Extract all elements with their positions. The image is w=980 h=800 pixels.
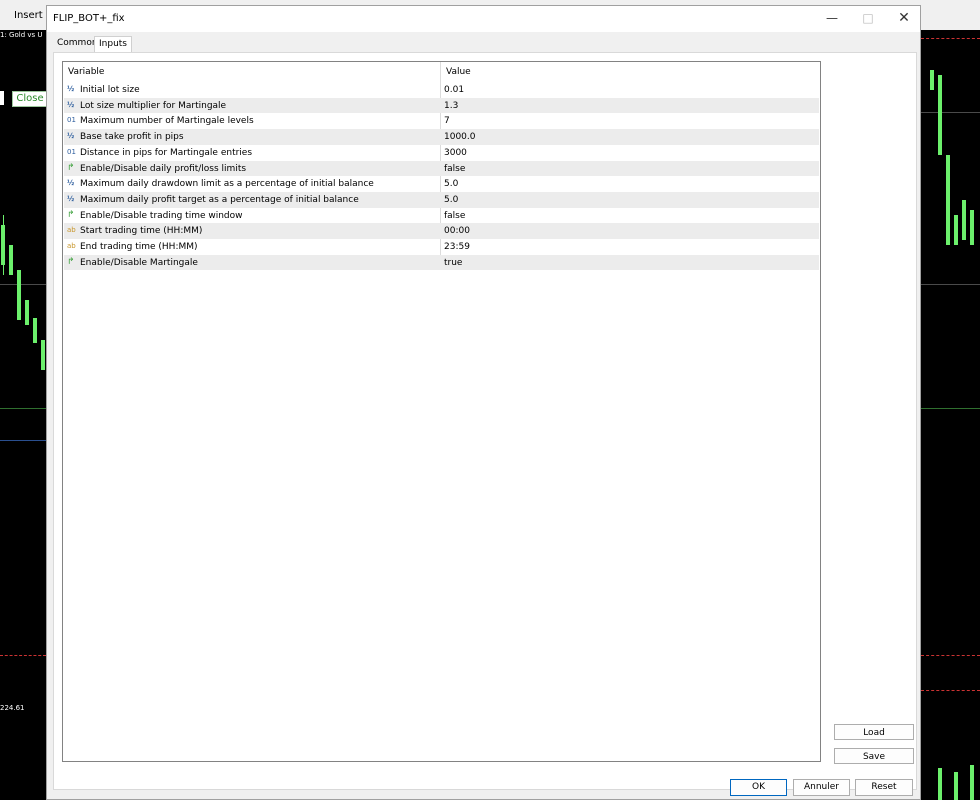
chart-close-button[interactable]: Close (12, 91, 48, 107)
indicator-line (0, 408, 46, 409)
variable-value[interactable]: 5.0 (444, 195, 458, 205)
half-icon: ½ (67, 85, 75, 93)
bool-icon: ↱ (67, 256, 75, 267)
candle (17, 270, 21, 320)
candle (954, 772, 958, 800)
table-row[interactable]: ½ Base take profit in pips 1000.0 (64, 129, 819, 145)
minimize-icon[interactable]: — (814, 6, 850, 32)
variable-value[interactable]: 5.0 (444, 179, 458, 189)
table-row[interactable]: ½ Lot size multiplier for Martingale 1.3 (64, 97, 819, 114)
table-row[interactable]: ↱ Enable/Disable Martingale true (64, 254, 819, 271)
tab-inputs[interactable]: Inputs (94, 36, 132, 53)
candle (41, 340, 45, 370)
string-icon: ab (67, 226, 76, 235)
variable-value[interactable]: true (444, 258, 462, 268)
chart-left-control (0, 91, 4, 105)
price-level-line (921, 655, 980, 656)
variable-value[interactable]: 7 (444, 116, 450, 126)
variable-name: Maximum daily profit target as a percent… (80, 194, 359, 205)
candle (9, 245, 13, 275)
candle (25, 300, 29, 325)
ea-properties-dialog: FLIP_BOT+_fix — □ ✕ Common Inputs Variab… (46, 5, 921, 800)
inputs-panel: Variable Value ½ Initial lot size 0.01 ½… (53, 52, 917, 790)
column-header-variable[interactable]: Variable (68, 67, 104, 77)
table-row[interactable]: ½ Maximum daily drawdown limit as a perc… (64, 176, 819, 192)
variable-name: Distance in pips for Martingale entries (80, 147, 253, 158)
variable-name: End trading time (HH:MM) (80, 242, 198, 252)
load-button[interactable]: Load (834, 724, 914, 740)
variable-value[interactable]: 1.3 (444, 101, 458, 111)
half-icon: ½ (67, 132, 75, 141)
candle (1, 225, 5, 265)
grid-line (921, 284, 980, 285)
dialog-title: FLIP_BOT+_fix (53, 13, 125, 24)
indicator-line (921, 408, 980, 409)
variable-value[interactable]: 23:59 (444, 242, 470, 252)
variable-value[interactable]: false (444, 164, 465, 174)
variable-name: Lot size multiplier for Martingale (80, 100, 227, 111)
cancel-button[interactable]: Annuler (793, 779, 850, 796)
column-header-value[interactable]: Value (446, 67, 471, 77)
variable-name: Enable/Disable trading time window (80, 210, 243, 221)
variable-name: Base take profit in pips (80, 132, 184, 143)
variable-name: Maximum number of Martingale levels (80, 116, 254, 127)
variable-value[interactable]: false (444, 211, 465, 221)
table-row[interactable]: 01 Distance in pips for Martingale entri… (64, 145, 819, 161)
table-row[interactable]: ab End trading time (HH:MM) 23:59 (64, 239, 819, 255)
half-icon: ½ (67, 194, 75, 203)
half-icon: ½ (67, 100, 75, 109)
table-row[interactable]: 01 Maximum number of Martingale levels 7 (64, 113, 819, 129)
table-row[interactable]: ab Start trading time (HH:MM) 00:00 (64, 223, 819, 239)
variable-value[interactable]: 3000 (444, 148, 467, 158)
table-row[interactable]: ½ Maximum daily profit target as a perce… (64, 191, 819, 208)
save-button[interactable]: Save (834, 748, 914, 764)
candle (970, 210, 974, 245)
dialog-titlebar[interactable]: FLIP_BOT+_fix — □ ✕ (47, 6, 920, 32)
table-row[interactable]: ↱ Enable/Disable daily profit/loss limit… (64, 160, 819, 177)
table-header: Variable Value (63, 62, 820, 82)
bool-icon: ↱ (67, 209, 75, 220)
candle (33, 318, 37, 343)
half-icon: ½ (67, 179, 75, 188)
candle (970, 765, 974, 800)
variable-value[interactable]: 1000.0 (444, 132, 476, 142)
variable-value[interactable]: 0.01 (444, 85, 464, 95)
candle (954, 215, 958, 245)
variable-name: Enable/Disable Martingale (80, 257, 198, 268)
int-icon: 01 (67, 147, 76, 156)
menu-insert[interactable]: Insert (14, 10, 43, 21)
chart-symbol-label: 1: Gold vs U (0, 31, 43, 39)
price-level-line (921, 38, 980, 39)
candle (962, 200, 966, 240)
candle (946, 155, 950, 245)
table-row[interactable]: ↱ Enable/Disable trading time window fal… (64, 208, 819, 224)
inputs-table: Variable Value ½ Initial lot size 0.01 ½… (62, 61, 821, 762)
table-row[interactable]: ½ Initial lot size 0.01 (64, 82, 819, 98)
candle (938, 75, 942, 155)
candle (938, 768, 942, 800)
reset-button[interactable]: Reset (855, 779, 913, 796)
bool-icon: ↱ (67, 162, 75, 173)
ok-button[interactable]: OK (730, 779, 787, 796)
price-label: 224.61 (0, 704, 25, 712)
variable-name: Maximum daily drawdown limit as a percen… (80, 179, 374, 190)
variable-name: Enable/Disable daily profit/loss limits (80, 163, 247, 174)
grid-line (0, 284, 46, 285)
grid-line (921, 112, 980, 113)
price-level-line (921, 690, 980, 691)
candle (930, 70, 934, 90)
price-level-line (0, 655, 46, 656)
variable-name: Start trading time (HH:MM) (80, 226, 203, 237)
int-icon: 01 (67, 116, 76, 125)
indicator-line (0, 440, 46, 441)
close-icon[interactable]: ✕ (886, 6, 922, 32)
string-icon: ab (67, 242, 76, 250)
variable-value[interactable]: 00:00 (444, 226, 470, 236)
variable-name: Initial lot size (80, 85, 140, 95)
maximize-icon: □ (862, 11, 874, 25)
